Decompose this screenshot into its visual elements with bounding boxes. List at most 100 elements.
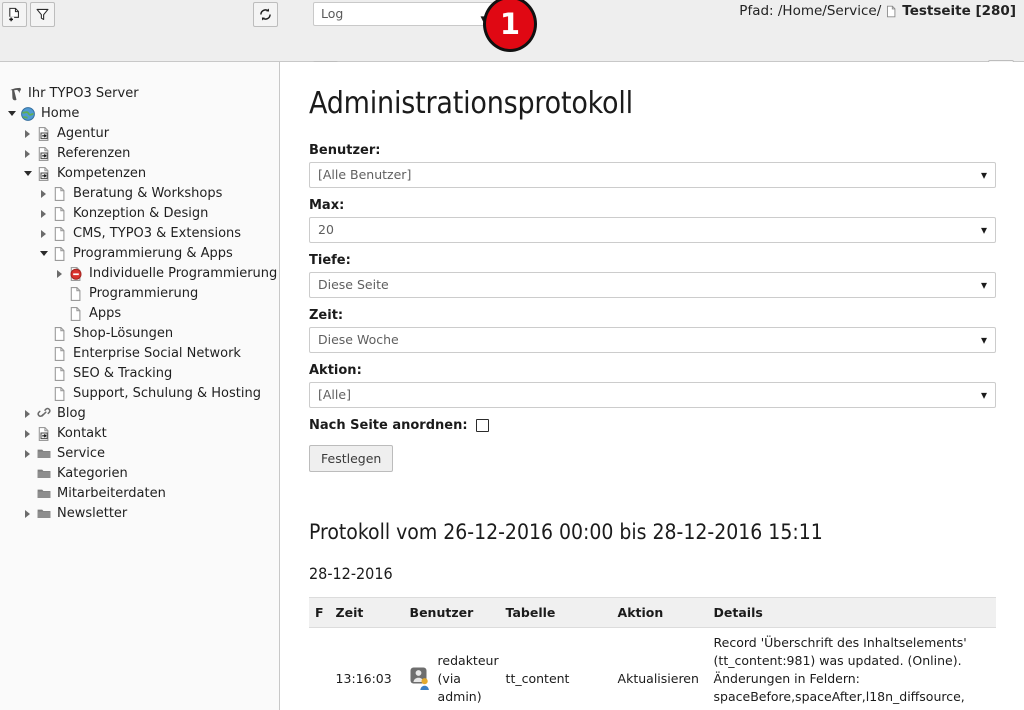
- benutzer-select-value: [Alle Benutzer]: [318, 167, 412, 182]
- tree-item-beratung-workshops[interactable]: Beratung & Workshops: [0, 184, 279, 204]
- tree-item-seo-tracking[interactable]: SEO & Tracking: [0, 364, 279, 384]
- chevron-down-icon: ▾: [980, 168, 987, 182]
- max-select[interactable]: 20 ▾: [309, 217, 996, 243]
- benutzer-select[interactable]: [Alle Benutzer] ▾: [309, 162, 996, 188]
- label-zeit: Zeit:: [309, 308, 344, 323]
- log-col-header: Details: [707, 597, 996, 628]
- tree-root-item[interactable]: Ihr TYPO3 Server: [0, 84, 279, 104]
- module-select-value: Log: [321, 6, 344, 21]
- chevron-right-icon[interactable]: [22, 504, 35, 524]
- chevron-right-icon[interactable]: [22, 424, 35, 444]
- shortcut-page-icon: [35, 425, 53, 443]
- tree-item-label: Newsletter: [57, 506, 128, 521]
- tree-item-label: Kompetenzen: [57, 166, 147, 181]
- tree-item-home[interactable]: Home: [0, 104, 279, 124]
- tree-item-label: Service: [57, 446, 106, 461]
- chevron-down-icon[interactable]: [6, 104, 19, 124]
- tree-item-agentur[interactable]: Agentur: [0, 124, 279, 144]
- tiefe-select[interactable]: Diese Seite ▾: [309, 272, 996, 298]
- tree-item-enterprise-social-network[interactable]: Enterprise Social Network: [0, 344, 279, 364]
- chevron-down-icon: ▾: [980, 278, 987, 292]
- page-tree-list: Home Agentur Referenzen Kompetenzen Beratung…: [0, 104, 279, 524]
- page-icon: [67, 285, 85, 303]
- log-range-heading: Protokoll vom 26-12-2016 00:00 bis 28-12…: [309, 520, 823, 544]
- page-icon: [51, 345, 69, 363]
- chevron-right-icon[interactable]: [38, 184, 51, 204]
- tree-item-referenzen[interactable]: Referenzen: [0, 144, 279, 164]
- tree-item-kategorien[interactable]: Kategorien: [0, 464, 279, 484]
- tree-item-kontakt[interactable]: Kontakt: [0, 424, 279, 444]
- refresh-icon[interactable]: [253, 2, 278, 27]
- page-icon: [51, 325, 69, 343]
- log-cell-time: 13:16:03: [335, 671, 392, 687]
- new-document-icon[interactable]: [2, 2, 27, 27]
- tree-item-blog[interactable]: Blog: [0, 404, 279, 424]
- log-cell-flag: [309, 628, 330, 710]
- tree-item-label: Home: [41, 106, 80, 121]
- zeit-select[interactable]: Diese Woche ▾: [309, 327, 996, 353]
- tree-item-programmierung-apps[interactable]: Programmierung & Apps: [0, 244, 279, 264]
- avatar: [410, 667, 432, 691]
- log-table-header-row: F Zeit Benutzer Tabelle Aktion Details: [309, 597, 996, 628]
- tree-item-label: CMS, TYPO3 & Extensions: [73, 226, 242, 241]
- folder-icon: [35, 485, 53, 503]
- tree-item-apps[interactable]: Apps: [0, 304, 279, 324]
- festlegen-button[interactable]: Festlegen: [309, 445, 394, 472]
- chevron-right-icon[interactable]: [22, 144, 35, 164]
- tree-item-label: Beratung & Workshops: [73, 186, 223, 201]
- tree-item-kompetenzen[interactable]: Kompetenzen: [0, 164, 279, 184]
- chevron-right-icon[interactable]: [22, 124, 35, 144]
- tree-item-label: Kontakt: [57, 426, 107, 441]
- max-select-value: 20: [318, 222, 334, 237]
- log-table-row[interactable]: 13:16:03 redakteur (via admin) tt_content A…: [309, 628, 996, 710]
- chevron-down-icon[interactable]: [38, 244, 51, 264]
- filter-icon[interactable]: [30, 2, 55, 27]
- chevron-right-icon[interactable]: [22, 444, 35, 464]
- folder-icon: [35, 445, 53, 463]
- log-col-header: Zeit: [329, 597, 404, 628]
- tree-item-service[interactable]: Service: [0, 444, 279, 464]
- log-cell-table: tt_content: [505, 671, 570, 687]
- log-col-header: Aktion: [611, 597, 708, 628]
- tree-item-label: Programmierung: [89, 286, 199, 301]
- aktion-select[interactable]: [Alle] ▾: [309, 382, 996, 408]
- log-col-header: Benutzer: [403, 597, 500, 628]
- log-cell-action: Aktualisieren: [617, 671, 699, 687]
- tree-item-mitarbeiterdaten[interactable]: Mitarbeiterdaten: [0, 484, 279, 504]
- page-tree-sidebar[interactable]: Ihr TYPO3 Server Home Agentur Referenzen Ko…: [0, 62, 280, 710]
- tree-item-label: Kategorien: [57, 466, 128, 481]
- label-nach-seite-anordnen: Nach Seite anordnen:: [309, 418, 468, 433]
- chevron-down-icon[interactable]: [22, 164, 35, 184]
- chevron-down-icon: ▾: [980, 223, 987, 237]
- tree-item-konzeption-design[interactable]: Konzeption & Design: [0, 204, 279, 224]
- tree-item-support-schulung-hosting[interactable]: Support, Schulung & Hosting: [0, 384, 279, 404]
- tree-item-label: Agentur: [57, 126, 110, 141]
- chevron-right-icon[interactable]: [38, 224, 51, 244]
- group-by-page-checkbox[interactable]: [475, 419, 489, 432]
- tree-item-individuelle-programmierung[interactable]: Individuelle Programmierung: [0, 264, 279, 284]
- breadcrumb: Pfad: /Home/Service/ Testseite [280]: [739, 3, 1016, 19]
- module-select[interactable]: Log ▾: [313, 2, 493, 26]
- tree-item-label: Referenzen: [57, 146, 131, 161]
- label-max: Max:: [309, 198, 345, 213]
- tree-item-shop-l-sungen[interactable]: Shop-Lösungen: [0, 324, 279, 344]
- link-icon: [35, 405, 53, 423]
- page-icon: [51, 185, 69, 203]
- chevron-right-icon[interactable]: [22, 404, 35, 424]
- tree-item-label: Shop-Lösungen: [73, 326, 174, 341]
- tree-item-newsletter[interactable]: Newsletter: [0, 504, 279, 524]
- chevron-right-icon[interactable]: [54, 264, 67, 284]
- page-icon: [51, 205, 69, 223]
- tree-item-cms-typo3-extensions[interactable]: CMS, TYPO3 & Extensions: [0, 224, 279, 244]
- chevron-right-icon[interactable]: [38, 204, 51, 224]
- label-aktion: Aktion:: [309, 363, 362, 378]
- log-col-header: F: [309, 597, 330, 628]
- page-icon: [51, 225, 69, 243]
- tree-item-programmierung[interactable]: Programmierung: [0, 284, 279, 304]
- log-table-head: F Zeit Benutzer Tabelle Aktion Details: [309, 597, 996, 628]
